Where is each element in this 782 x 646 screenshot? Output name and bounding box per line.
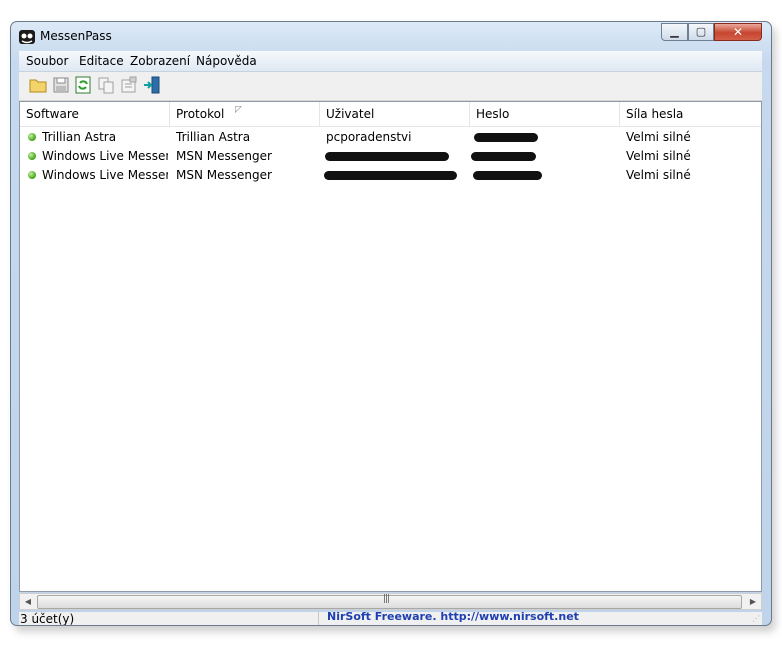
scroll-right-icon[interactable]: ▶ — [745, 594, 761, 609]
column-header-sila-hesla[interactable]: Síla hesla — [620, 102, 761, 126]
thumb-grip-icon: ||| — [383, 594, 390, 604]
minimize-icon: ▁ — [670, 25, 679, 38]
column-header-protokol[interactable]: Protokol — [170, 102, 320, 126]
column-header-software[interactable]: Software — [20, 102, 170, 126]
close-icon: ✕ — [732, 25, 744, 39]
menu-soubor[interactable]: Soubor — [26, 54, 68, 68]
list-header: Software Protokol ◸ Uživatel Heslo Síla … — [20, 102, 761, 127]
redacted-username — [325, 152, 449, 161]
title-bar[interactable]: MessenPass ▁ ▢ ✕ — [11, 22, 771, 50]
open-folder-icon[interactable] — [29, 76, 47, 94]
sort-arrow-icon: ◸ — [235, 105, 242, 115]
minimize-button[interactable]: ▁ — [661, 23, 688, 41]
status-bar: 3 účet(y) NirSoft Freeware. http://www.n… — [19, 610, 762, 626]
maximize-icon: ▢ — [695, 25, 707, 38]
cell-software: Trillian Astra — [42, 130, 117, 144]
nirsoft-link[interactable]: NirSoft Freeware. http://www.nirsoft.net — [327, 610, 579, 623]
save-icon[interactable] — [52, 76, 70, 94]
table-row[interactable]: Windows Live Messen... MSN Messenger Vel… — [20, 147, 761, 166]
menu-editace[interactable]: Editace — [79, 54, 124, 68]
horizontal-scrollbar[interactable]: ◀ ||| ▶ — [19, 593, 762, 610]
copy-icon[interactable] — [97, 76, 115, 94]
cell-protokol: MSN Messenger — [176, 149, 272, 163]
status-dot-icon — [28, 152, 36, 160]
cell-uzivatel: pcporadenstvi — [326, 130, 412, 144]
redacted-password — [471, 152, 536, 161]
maximize-button[interactable]: ▢ — [688, 23, 714, 41]
cell-sila-hesla: Velmi silné — [626, 168, 691, 182]
redacted-password — [473, 171, 542, 180]
close-button[interactable]: ✕ — [714, 23, 762, 41]
status-separator — [318, 610, 319, 625]
column-header-heslo[interactable]: Heslo — [470, 102, 620, 126]
app-window: MessenPass ▁ ▢ ✕ Soubor Editace Zobrazen… — [10, 21, 772, 626]
cell-protokol: Trillian Astra — [176, 130, 251, 144]
menu-bar: Soubor Editace Zobrazení Nápověda — [19, 51, 762, 72]
account-count: 3 účet(y) — [20, 612, 75, 626]
cell-sila-hesla: Velmi silné — [626, 130, 691, 144]
window-title: MessenPass — [40, 29, 112, 43]
redacted-password — [474, 133, 538, 142]
exit-icon[interactable] — [143, 76, 161, 94]
resize-grip-icon[interactable]: ⋰ — [752, 614, 760, 623]
refresh-icon[interactable] — [74, 76, 92, 94]
scroll-left-icon[interactable]: ◀ — [20, 594, 36, 609]
table-row[interactable]: Windows Live Messen... MSN Messenger Vel… — [20, 166, 761, 185]
messenpass-app-icon — [19, 30, 35, 44]
status-dot-icon — [28, 171, 36, 179]
accounts-list[interactable]: Software Protokol ◸ Uživatel Heslo Síla … — [19, 101, 762, 592]
properties-icon[interactable] — [120, 76, 138, 94]
cell-sila-hesla: Velmi silné — [626, 149, 691, 163]
cell-protokol: MSN Messenger — [176, 168, 272, 182]
scrollbar-thumb[interactable]: ||| — [37, 594, 742, 609]
column-header-protokol-label: Protokol — [176, 107, 225, 121]
cell-software: Windows Live Messen... — [42, 149, 168, 163]
status-dot-icon — [28, 133, 36, 141]
column-header-uzivatel[interactable]: Uživatel — [320, 102, 470, 126]
toolbar — [19, 72, 762, 101]
menu-napoveda[interactable]: Nápověda — [196, 54, 257, 68]
redacted-username — [324, 171, 457, 180]
menu-zobrazeni[interactable]: Zobrazení — [130, 54, 190, 68]
cell-software: Windows Live Messen... — [42, 168, 168, 182]
table-row[interactable]: Trillian Astra Trillian Astra pcporadens… — [20, 128, 761, 147]
